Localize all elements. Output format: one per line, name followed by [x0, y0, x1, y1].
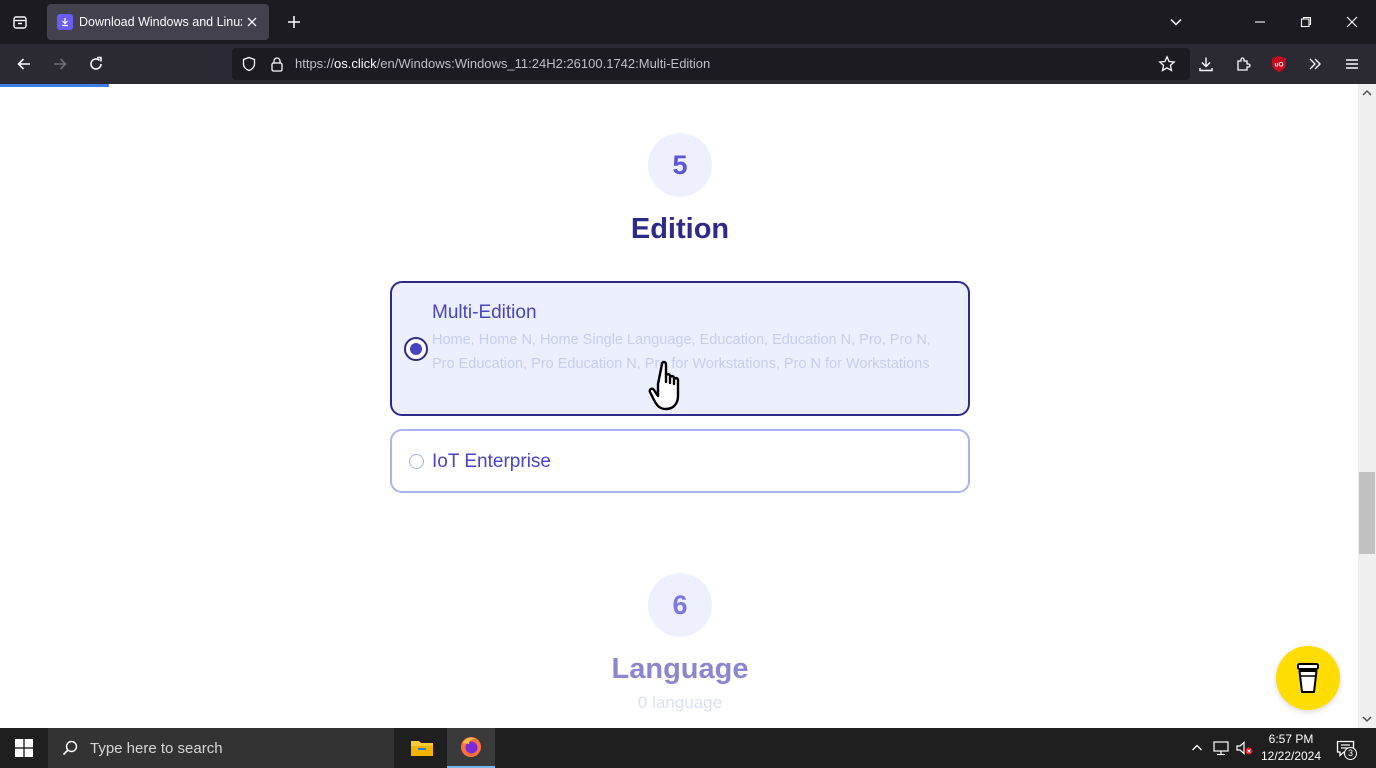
tab-bar: Download Windows and Linux [0, 0, 1376, 44]
back-arrow-icon[interactable] [10, 50, 38, 78]
network-icon[interactable] [1211, 738, 1231, 758]
scroll-down-arrow-icon[interactable] [1362, 714, 1372, 724]
hamburger-menu-icon[interactable] [1338, 50, 1366, 78]
notification-center-icon[interactable]: 3 [1334, 737, 1358, 761]
close-tab-icon[interactable] [243, 13, 261, 31]
restore-icon[interactable] [1283, 0, 1329, 44]
system-clock[interactable]: 6:57 PM 12/22/2024 [1258, 731, 1324, 765]
clock-time: 6:57 PM [1268, 732, 1314, 746]
radio-unselected[interactable] [409, 454, 424, 469]
edition-description: Home, Home N, Home Single Language, Educ… [432, 332, 931, 372]
scroll-up-arrow-icon[interactable] [1362, 88, 1372, 98]
loading-progress-bar [0, 84, 109, 87]
windows-start-button[interactable] [0, 728, 48, 768]
page-content: 5 Edition Multi-Edition Home, Home N, Ho… [0, 84, 1358, 728]
bookmark-star-icon[interactable] [1158, 55, 1176, 73]
search-icon [62, 740, 78, 756]
coffee-cup-icon [1297, 663, 1319, 693]
ublock-origin-icon[interactable]: uO [1265, 50, 1293, 78]
reload-icon[interactable] [82, 50, 110, 78]
show-hidden-icons-chevron-icon[interactable] [1187, 738, 1207, 758]
address-bar[interactable]: https://os.click/en/Windows:Windows_11:2… [232, 48, 1190, 80]
new-tab-icon[interactable] [280, 8, 308, 36]
step-number-badge: 5 [648, 133, 712, 197]
windows-taskbar: Type here to search 6:57 PM 12/22/2024 3 [0, 728, 1376, 768]
buy-me-a-coffee-button[interactable] [1276, 646, 1340, 710]
clock-date: 12/22/2024 [1260, 749, 1322, 763]
step-subtitle: 0 language [637, 693, 723, 712]
notification-count-badge: 3 [1344, 747, 1357, 760]
site-favicon-icon [57, 14, 73, 30]
close-window-icon[interactable] [1329, 0, 1375, 44]
radio-selected[interactable] [404, 337, 428, 361]
active-tab[interactable]: Download Windows and Linux [47, 4, 269, 40]
step-title: Edition [630, 213, 730, 245]
volume-muted-icon[interactable] [1234, 738, 1254, 758]
search-placeholder: Type here to search [90, 739, 223, 757]
url-text[interactable]: https://os.click/en/Windows:Windows_11:2… [295, 56, 710, 71]
tab-overflow-chevron-icon[interactable] [1153, 0, 1199, 44]
edition-option-iot-enterprise[interactable]: IoT Enterprise [390, 429, 970, 493]
forward-arrow-icon[interactable] [46, 50, 74, 78]
extensions-puzzle-icon[interactable] [1229, 50, 1257, 78]
edition-name: Multi-Edition [432, 302, 537, 323]
windows-logo-icon [15, 739, 33, 757]
edition-name: IoT Enterprise [432, 451, 551, 472]
page-scrollbar[interactable] [1358, 84, 1376, 728]
step-number-badge: 6 [648, 573, 712, 637]
svg-text:uO: uO [1274, 62, 1283, 69]
lock-icon[interactable] [268, 55, 286, 73]
step-title: Language [611, 653, 749, 685]
downloads-icon[interactable] [1192, 50, 1220, 78]
firefox-taskbar-icon[interactable] [447, 728, 495, 768]
hand-cursor-icon [648, 360, 680, 411]
scroll-thumb[interactable] [1359, 472, 1375, 554]
navigation-bar: https://os.click/en/Windows:Windows_11:2… [0, 44, 1376, 84]
minimize-icon[interactable] [1237, 0, 1283, 44]
taskbar-search-box[interactable]: Type here to search [48, 728, 394, 768]
tab-title: Download Windows and Linux [79, 15, 242, 29]
file-explorer-icon[interactable] [398, 728, 446, 768]
tab-list-icon[interactable] [6, 8, 34, 36]
overflow-menu-chevrons-icon[interactable] [1301, 50, 1329, 78]
tracking-shield-icon[interactable] [240, 55, 258, 73]
